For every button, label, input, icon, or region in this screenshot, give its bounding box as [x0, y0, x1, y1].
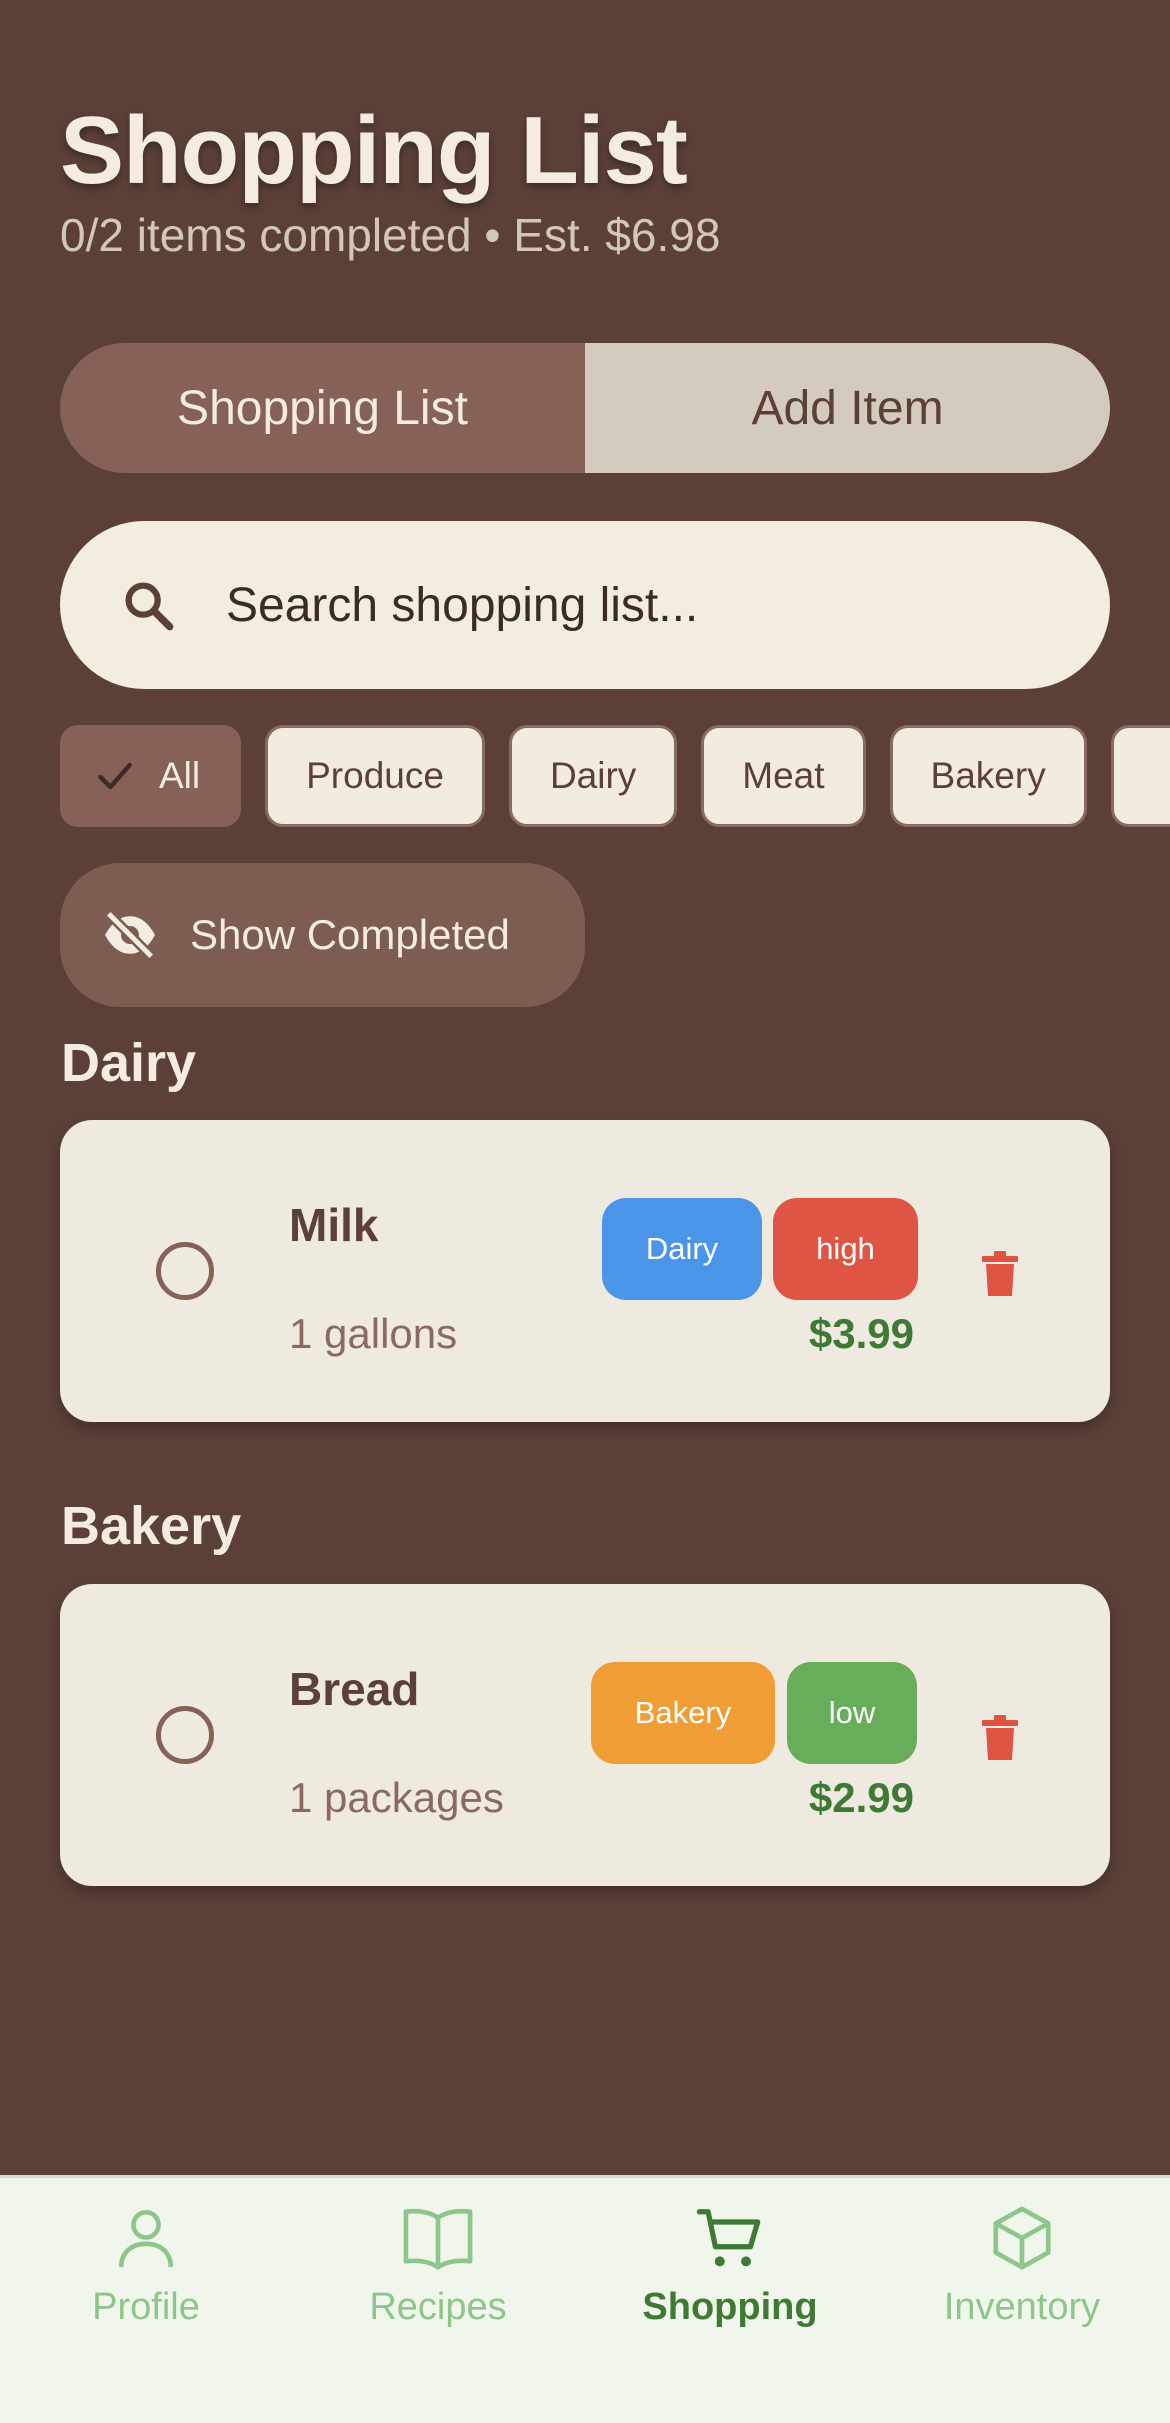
- nav-label: Profile: [92, 2286, 200, 2328]
- search-bar[interactable]: Search shopping list...: [60, 521, 1110, 689]
- complete-checkbox[interactable]: [156, 1242, 214, 1300]
- section-title-dairy: Dairy: [61, 1033, 197, 1093]
- priority-badge: high: [773, 1198, 918, 1300]
- view-switcher: Shopping List Add Item: [60, 343, 1110, 473]
- list-item: Milk 1 gallons Dairy high $3.99: [60, 1120, 1110, 1422]
- book-icon: [393, 2198, 483, 2278]
- category-badge: Bakery: [591, 1662, 775, 1764]
- nav-item-recipes[interactable]: Recipes: [292, 2198, 584, 2329]
- nav-label: Shopping: [642, 2286, 818, 2328]
- show-completed-label: Show Completed: [190, 911, 510, 958]
- item-price: $2.99: [808, 1774, 914, 1821]
- priority-badge: low: [787, 1662, 917, 1764]
- filter-chip-dairy[interactable]: Dairy: [508, 725, 678, 827]
- header: Shopping List 0/2 items completed • Est.…: [60, 96, 720, 262]
- cart-icon: [685, 2198, 775, 2278]
- filter-chip-label: All: [159, 755, 201, 796]
- item-quantity: 1 packages: [289, 1774, 504, 1821]
- category-badge: Dairy: [602, 1198, 762, 1300]
- filter-chip-meat[interactable]: Meat: [701, 725, 866, 827]
- complete-checkbox[interactable]: [156, 1706, 214, 1764]
- item-name: Bread: [289, 1663, 420, 1715]
- nav-item-shopping[interactable]: Shopping: [584, 2198, 876, 2329]
- nav-item-inventory[interactable]: Inventory: [876, 2198, 1168, 2329]
- page-title: Shopping List: [60, 97, 688, 204]
- tab-shopping-list[interactable]: Shopping List: [60, 343, 585, 473]
- person-icon: [101, 2198, 191, 2278]
- nav-label: Inventory: [943, 2286, 1101, 2328]
- check-icon: [93, 754, 137, 798]
- item-price: $3.99: [808, 1310, 914, 1357]
- list-item: Bread 1 packages Bakery low $2.99: [60, 1584, 1110, 1886]
- trash-icon[interactable]: [970, 1244, 1030, 1304]
- search-input[interactable]: Search shopping list...: [226, 578, 698, 633]
- filter-chip-produce[interactable]: Produce: [265, 725, 485, 827]
- cube-icon: [977, 2198, 1067, 2278]
- nav-item-profile[interactable]: Profile: [0, 2198, 292, 2329]
- tab-add-item[interactable]: Add Item: [585, 343, 1110, 473]
- item-quantity: 1 gallons: [289, 1310, 458, 1357]
- eye-off-icon: [100, 905, 160, 965]
- nav-label: Recipes: [369, 2286, 507, 2328]
- section-title-bakery: Bakery: [61, 1496, 242, 1556]
- category-filters: All Produce Dairy Meat Bakery: [60, 725, 1170, 827]
- show-completed-toggle[interactable]: Show Completed: [60, 863, 585, 1007]
- bottom-navigation: Profile Recipes Shopping Inventory: [0, 2175, 1170, 2423]
- filter-chip-all[interactable]: All: [60, 725, 242, 827]
- filter-chip-bakery[interactable]: Bakery: [889, 725, 1087, 827]
- filter-chip-more[interactable]: [1110, 725, 1170, 827]
- trash-icon[interactable]: [970, 1708, 1030, 1768]
- search-icon: [108, 565, 188, 645]
- item-name: Milk: [289, 1199, 379, 1251]
- progress-summary: 0/2 items completed • Est. $6.98: [60, 209, 721, 261]
